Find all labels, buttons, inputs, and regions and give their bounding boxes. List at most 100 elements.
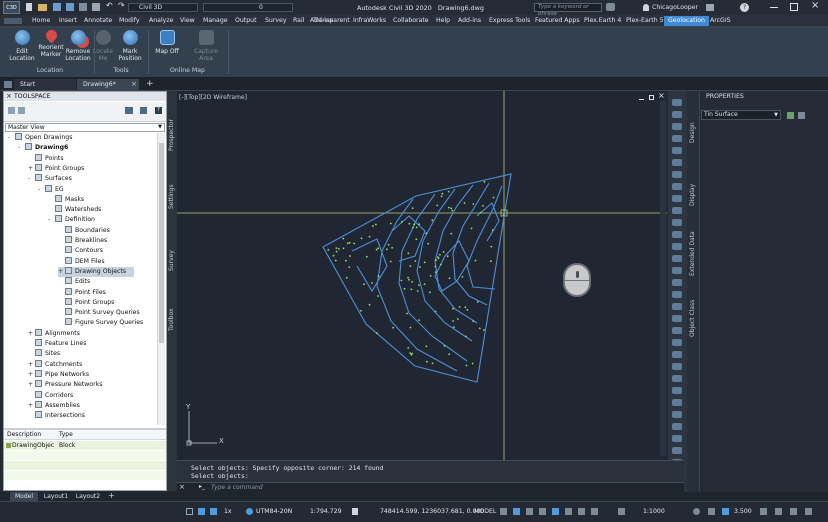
survey-point[interactable] (426, 360, 428, 363)
survey-point[interactable] (419, 266, 421, 268)
survey-point[interactable] (464, 306, 467, 309)
isolate-objects-icon[interactable] (760, 508, 767, 515)
tree-item[interactable]: + Alignments (28, 328, 80, 339)
nav-tool-icon[interactable] (672, 243, 682, 250)
map-off-button[interactable]: Map Off (152, 30, 182, 55)
nav-tool-icon[interactable] (672, 267, 682, 274)
survey-point[interactable] (429, 291, 431, 294)
survey-point[interactable] (478, 327, 481, 330)
tab-plex-earth-5[interactable]: Plex-Earth 5 (626, 17, 664, 24)
survey-point[interactable] (386, 248, 388, 251)
survey-point[interactable] (391, 246, 393, 249)
survey-point[interactable] (360, 237, 363, 240)
survey-point[interactable] (409, 352, 412, 354)
search-input[interactable]: Type a keyword or phrase (534, 3, 602, 17)
survey-point[interactable] (342, 237, 345, 240)
survey-point[interactable] (327, 248, 330, 251)
ribbon-menu-icon[interactable] (4, 18, 22, 24)
units-icon[interactable] (708, 508, 715, 515)
side-tab-prospector[interactable]: Prospector (168, 119, 175, 151)
survey-point[interactable] (389, 222, 392, 225)
layer-dropdown[interactable]: 0 (203, 3, 293, 12)
tree-item[interactable]: Points (28, 153, 64, 164)
survey-point[interactable] (409, 326, 412, 329)
survey-point[interactable] (400, 279, 403, 282)
survey-point[interactable] (490, 260, 492, 263)
tab-layout1[interactable]: Layout1 (42, 492, 70, 501)
nav-tool-icon[interactable] (672, 351, 682, 358)
tree-scrollbar[interactable] (157, 133, 165, 425)
palette-tab-design[interactable]: Design (689, 122, 696, 143)
survey-point[interactable] (403, 287, 406, 290)
survey-point[interactable] (371, 282, 373, 284)
tree-item[interactable]: - Definition (48, 215, 95, 225)
reorient-marker-button[interactable]: Reorient Marker (36, 27, 66, 58)
survey-point[interactable] (483, 329, 485, 331)
survey-point[interactable] (334, 259, 337, 262)
tree-item[interactable]: + Point Groups (28, 163, 84, 174)
tab-layout2[interactable]: Layout2 (74, 492, 102, 501)
survey-point[interactable] (442, 251, 445, 253)
tree-item[interactable]: Boundaries (58, 225, 110, 236)
cart-icon[interactable] (706, 4, 714, 11)
expand-toggle-icon[interactable]: + (28, 370, 35, 380)
close-icon[interactable]: × (6, 92, 12, 100)
select-objects-icon[interactable] (798, 112, 805, 119)
tab-arcgis[interactable]: ArcGIS (710, 17, 731, 24)
nav-tool-icon[interactable] (672, 435, 682, 442)
survey-point[interactable] (441, 192, 444, 195)
tree-item[interactable]: Edits (58, 277, 90, 287)
survey-point[interactable] (377, 247, 379, 250)
toolspace-option-icon[interactable] (18, 107, 25, 114)
elevation-value[interactable]: 3.500 (734, 508, 752, 515)
transparency-icon[interactable] (578, 508, 585, 515)
side-tab-survey[interactable]: Survey (168, 250, 175, 271)
survey-point[interactable] (342, 247, 345, 250)
survey-point[interactable] (439, 263, 442, 266)
survey-point[interactable] (434, 271, 437, 274)
survey-point[interactable] (452, 307, 454, 310)
nav-tool-icon[interactable] (672, 375, 682, 382)
survey-point[interactable] (463, 202, 466, 204)
snap-icon[interactable] (198, 508, 205, 515)
tree-item[interactable]: Intersections (28, 411, 85, 421)
nav-tool-icon[interactable] (672, 303, 682, 310)
palette-tab-object-class[interactable]: Object Class (689, 300, 696, 337)
remove-location-button[interactable]: Remove Location (64, 30, 92, 62)
drawing-canvas[interactable]: Y X (177, 91, 667, 460)
nav-tool-icon[interactable] (672, 207, 682, 214)
workspace-switch-icon[interactable] (693, 508, 700, 515)
survey-point[interactable] (365, 255, 368, 258)
help-icon[interactable]: ? (740, 3, 749, 12)
tab-help[interactable]: Help (436, 17, 450, 24)
palette-tab-display[interactable]: Display (689, 184, 696, 206)
nav-tool-icon[interactable] (672, 447, 682, 454)
survey-point[interactable] (450, 207, 453, 210)
tree-item[interactable]: - Drawing6 (18, 143, 68, 153)
nav-tool-icon[interactable] (672, 399, 682, 406)
survey-point[interactable] (453, 326, 455, 328)
survey-point[interactable] (408, 278, 410, 281)
survey-point[interactable] (474, 259, 477, 262)
tree-item[interactable]: - EG (38, 184, 64, 195)
nav-tool-icon[interactable] (672, 363, 682, 370)
survey-point[interactable] (414, 260, 417, 262)
survey-point[interactable] (447, 190, 450, 193)
tree-item[interactable]: Corridors (28, 390, 73, 401)
ucs-status-icon[interactable] (500, 508, 507, 515)
expand-toggle-icon[interactable]: - (38, 185, 45, 195)
tab-manage[interactable]: Manage (203, 17, 228, 24)
survey-point[interactable] (450, 232, 453, 235)
expand-toggle-icon[interactable]: - (8, 133, 15, 143)
table-row[interactable]: DrawingObjec Block (4, 441, 166, 450)
survey-point[interactable] (479, 211, 482, 214)
survey-point[interactable] (368, 235, 371, 238)
survey-point[interactable] (482, 204, 484, 207)
scroll-thumb[interactable] (159, 143, 164, 343)
survey-point[interactable] (448, 353, 451, 356)
customize-icon[interactable] (805, 508, 812, 515)
tab-featured-apps[interactable]: Featured Apps (535, 17, 580, 24)
survey-point[interactable] (448, 206, 450, 209)
tree-item[interactable]: Figure Survey Queries (58, 318, 143, 328)
survey-point[interactable] (465, 364, 468, 367)
